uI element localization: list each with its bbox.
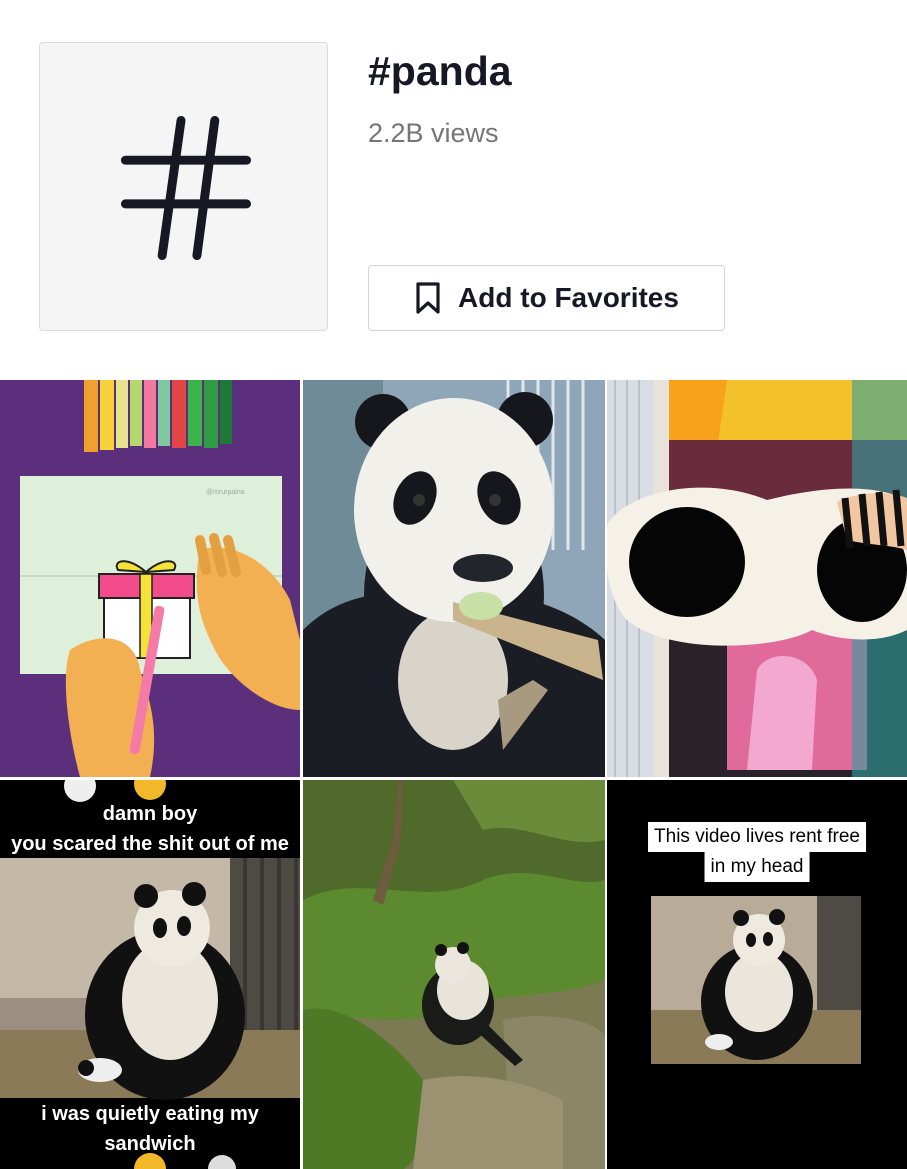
hashtag-avatar bbox=[39, 42, 328, 331]
add-to-favorites-label: Add to Favorites bbox=[458, 282, 679, 313]
watermark-text: @mrurpaina bbox=[206, 489, 245, 496]
view-count: 2.2B views bbox=[368, 118, 499, 148]
caption-bottom-line-2: sandwich bbox=[104, 1133, 196, 1155]
video-thumbnail-rent-free[interactable]: This video lives rent free in my head bbox=[607, 780, 907, 1169]
video-grid: @mrurpaina damn boy you scared the shit … bbox=[0, 380, 907, 1169]
caption-top-line-2: you scared the shit out of me bbox=[11, 833, 289, 855]
video-thumbnail-panda-bushes[interactable] bbox=[303, 780, 605, 1169]
caption-line-2: in my head bbox=[704, 852, 810, 882]
caption-bottom-line-1: i was quietly eating my bbox=[41, 1103, 259, 1125]
video-thumbnail-drawing[interactable]: @mrurpaina bbox=[0, 380, 300, 777]
caption-top-line-1: damn boy bbox=[102, 803, 198, 825]
caption-line-1: This video lives rent free bbox=[648, 822, 866, 852]
video-thumbnail-panda-eating[interactable] bbox=[303, 380, 605, 777]
video-thumbnail-scared-panda[interactable]: damn boy you scared the shit out of me i… bbox=[0, 780, 300, 1169]
video-thumbnail-sunglasses[interactable] bbox=[607, 380, 907, 777]
hashtag-title: #panda bbox=[368, 48, 512, 94]
add-to-favorites-button[interactable]: Add to Favorites bbox=[368, 265, 725, 331]
hashtag-icon bbox=[120, 115, 252, 260]
bookmark-icon bbox=[416, 282, 440, 314]
